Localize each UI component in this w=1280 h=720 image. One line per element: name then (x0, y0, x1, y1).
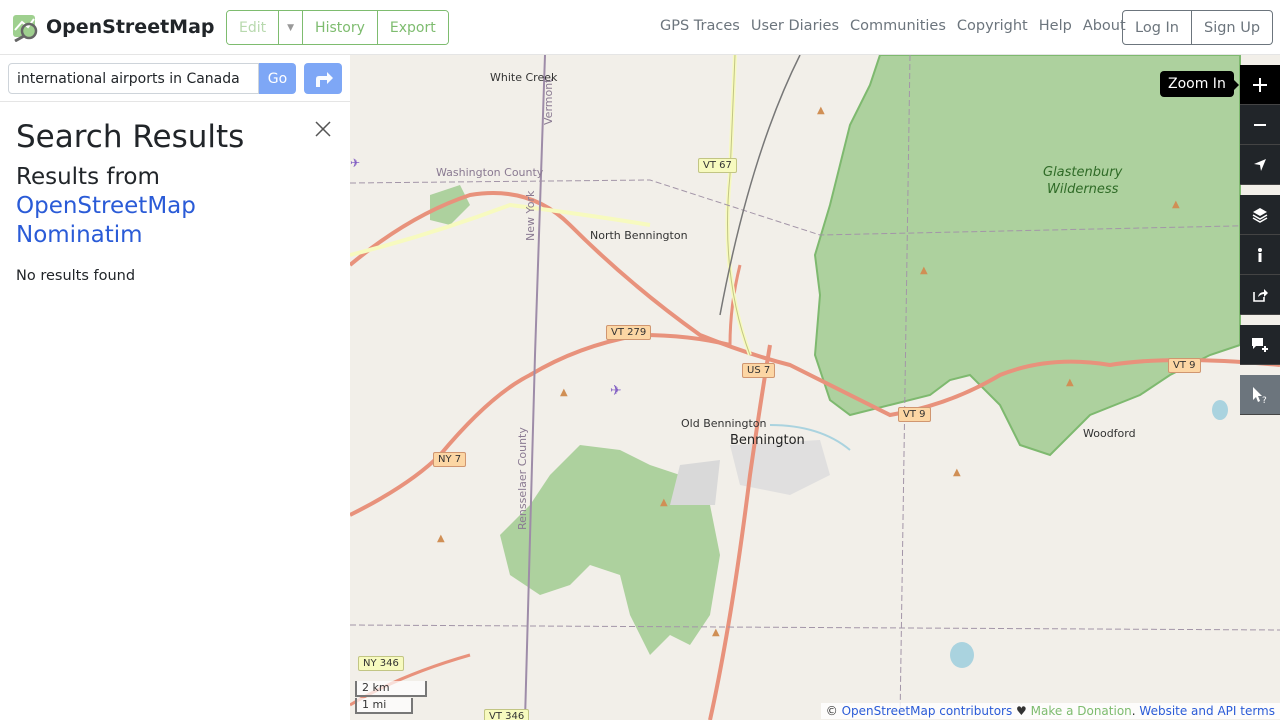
edit-button[interactable]: Edit (227, 11, 280, 44)
zoom-out-button[interactable] (1240, 105, 1280, 145)
minus-icon (1254, 123, 1266, 126)
layers-icon (1252, 207, 1268, 223)
info-icon (1258, 247, 1262, 262)
contributors-link[interactable]: OpenStreetMap contributors (842, 704, 1013, 718)
export-button[interactable]: Export (377, 11, 448, 44)
svg-text:▲: ▲ (1066, 377, 1074, 388)
edit-button-group: Edit ▼ History Export (226, 10, 449, 45)
nominatim-link[interactable]: OpenStreetMap Nominatim (16, 192, 336, 250)
map-label-old-bennington: Old Bennington (681, 417, 767, 430)
divider (0, 101, 350, 102)
close-icon[interactable] (314, 120, 332, 138)
svg-text:?: ? (1262, 396, 1267, 404)
nav-about[interactable]: About (1083, 18, 1126, 34)
road-shield-vt346: VT 346 (484, 709, 530, 720)
road-shield-vt67: VT 67 (698, 158, 737, 173)
add-note-icon (1252, 337, 1268, 352)
road-shield-vt279: VT 279 (606, 325, 652, 340)
login-button[interactable]: Log In (1123, 11, 1192, 44)
nav-communities[interactable]: Communities (850, 18, 946, 34)
auth-button-group: Log In Sign Up (1122, 10, 1274, 45)
share-button[interactable] (1240, 275, 1280, 315)
svg-text:▲: ▲ (953, 467, 961, 478)
caret-down-icon: ▼ (287, 22, 295, 33)
map-label-bennington: Bennington (730, 433, 805, 448)
map-label-north-bennington: North Bennington (590, 229, 688, 242)
scale-mi: 1 mi (355, 698, 413, 714)
svg-text:▲: ▲ (817, 105, 825, 116)
copyright-symbol: © (825, 704, 838, 718)
map-label-rensselaer-county: Rensselaer County (516, 427, 529, 530)
road-shield-ny7: NY 7 (433, 452, 467, 467)
nav-user-diaries[interactable]: User Diaries (751, 18, 839, 34)
go-button[interactable]: Go (259, 63, 296, 94)
add-note-button[interactable] (1240, 325, 1280, 365)
zoom-in-button[interactable] (1240, 65, 1280, 105)
top-header: OpenStreetMap Edit ▼ History Export GPS … (0, 0, 1280, 55)
road-shield-vt9-east: VT 9 (1168, 358, 1201, 373)
nav-copyright[interactable]: Copyright (957, 18, 1028, 34)
map-label-woodford: Woodford (1083, 427, 1136, 440)
signup-button[interactable]: Sign Up (1192, 11, 1272, 44)
map-label-vermont: Vermont (542, 78, 555, 126)
svg-text:▲: ▲ (712, 627, 720, 638)
brand[interactable]: OpenStreetMap (10, 12, 215, 42)
directions-icon (316, 71, 333, 87)
no-results-message: No results found (16, 268, 136, 284)
nav-gps-traces[interactable]: GPS Traces (660, 18, 740, 34)
history-button[interactable]: History (303, 11, 378, 44)
map-label-wilderness: Wilderness (1047, 182, 1119, 197)
svg-text:▲: ▲ (437, 533, 445, 544)
results-source-heading: Results from OpenStreetMap Nominatim (16, 163, 336, 250)
search-input[interactable] (8, 63, 259, 94)
svg-text:▲: ▲ (660, 497, 668, 508)
svg-text:✈: ✈ (610, 383, 622, 399)
share-icon (1253, 288, 1268, 302)
terms-link[interactable]: Website and API terms (1139, 704, 1275, 718)
scale-km: 2 km (355, 681, 427, 697)
zoom-in-tooltip: Zoom In (1160, 71, 1239, 97)
map-key-button[interactable] (1240, 235, 1280, 275)
road-shield-us7: US 7 (742, 363, 776, 378)
heart-icon: ♥ (1016, 704, 1027, 718)
brand-name: OpenStreetMap (46, 16, 215, 38)
plus-icon (1253, 77, 1267, 92)
map-label-glastenbury: Glastenbury (1043, 165, 1123, 180)
map-attribution: © OpenStreetMap contributors ♥ Make a Do… (820, 703, 1280, 719)
layers-button[interactable] (1240, 195, 1280, 235)
query-features-button[interactable]: ? (1240, 375, 1280, 415)
svg-text:✈: ✈ (350, 156, 360, 170)
donate-link[interactable]: Make a Donation (1031, 704, 1132, 718)
osm-logo-icon (13, 15, 38, 42)
road-shield-vt9-west: VT 9 (898, 407, 931, 422)
svg-text:▲: ▲ (1172, 199, 1180, 210)
location-arrow-icon (1254, 158, 1266, 171)
cursor-question-icon: ? (1253, 386, 1267, 404)
sidebar: Go Search Results Results from OpenStree… (0, 55, 350, 720)
map-label-new-york: New York (524, 190, 537, 241)
results-from-label: Results from (16, 164, 160, 190)
svg-text:▲: ▲ (920, 265, 928, 276)
svg-text:▲: ▲ (560, 387, 568, 398)
map-scale: 2 km 1 mi (355, 681, 427, 715)
locate-button[interactable] (1240, 145, 1280, 185)
road-shield-ny346: NY 346 (358, 656, 404, 671)
search-form: Go (8, 63, 296, 94)
primary-nav: GPS Traces User Diaries Communities Copy… (660, 18, 1126, 34)
directions-button[interactable] (304, 63, 342, 94)
results-title: Search Results (16, 119, 245, 155)
map-canvas[interactable]: ✈ ✈ ▲ ▲ ▲ ▲ ▲ ▲ ▲ ▲ ▲ White Creek Washin… (350, 55, 1280, 720)
map-tiles: ✈ ✈ ▲ ▲ ▲ ▲ ▲ ▲ ▲ ▲ ▲ (350, 55, 1280, 720)
nominatim-link-line2: Nominatim (16, 222, 143, 248)
nominatim-link-line1: OpenStreetMap (16, 193, 196, 219)
edit-dropdown-toggle[interactable]: ▼ (279, 11, 304, 44)
map-controls: ? (1240, 65, 1280, 415)
map-label-washington-county: Washington County (436, 166, 544, 179)
nav-help[interactable]: Help (1039, 18, 1072, 34)
